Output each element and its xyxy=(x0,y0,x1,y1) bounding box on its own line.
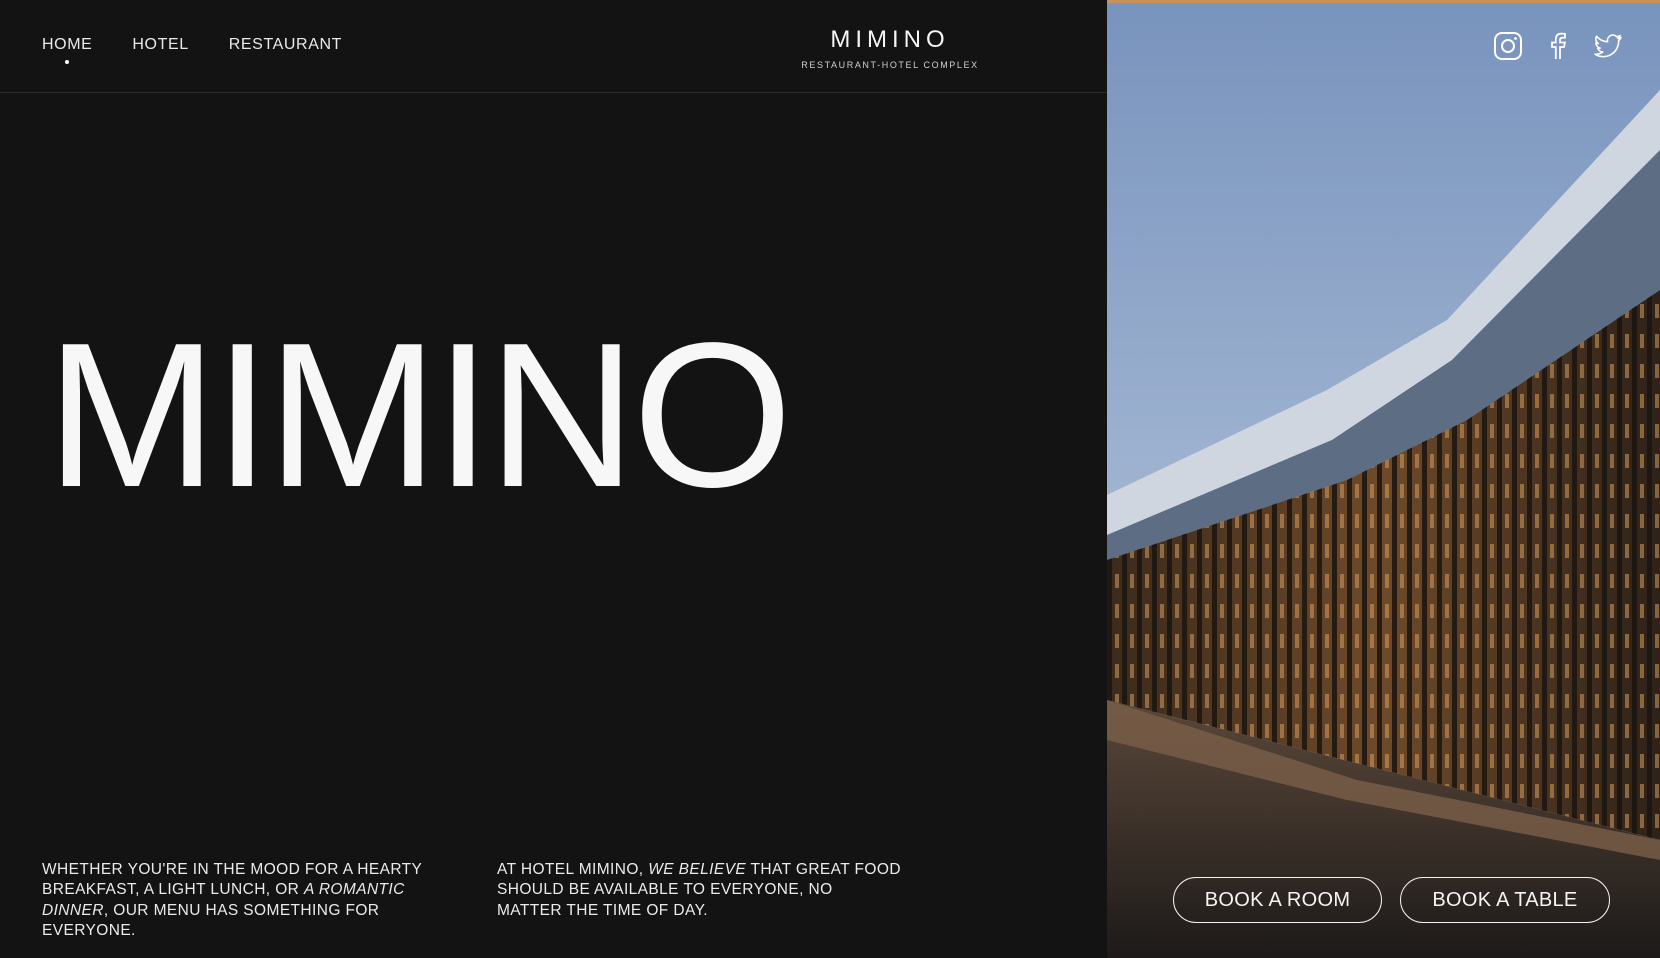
intro-right-emphasis: WE BELIEVE xyxy=(648,860,747,878)
brand-subtitle: RESTAURANT-HOTEL COMPLEX xyxy=(801,60,979,70)
hero-title: MIMINO xyxy=(46,300,793,530)
main-nav: HOME HOTEL RESTAURANT xyxy=(42,36,342,64)
intro-right-text: AT HOTEL MIMINO, xyxy=(497,860,649,878)
facebook-icon[interactable] xyxy=(1542,30,1574,62)
brand-name: MIMINO xyxy=(830,26,950,53)
nav-home-link[interactable]: HOME xyxy=(42,36,92,64)
book-table-button[interactable]: BOOK A TABLE xyxy=(1400,877,1610,923)
intro-copy-left: WHETHER YOU'RE IN THE MOOD FOR A HEARTY … xyxy=(42,860,452,942)
intro-copy-right: AT HOTEL MIMINO, WE BELIEVE THAT GREAT F… xyxy=(497,860,902,922)
instagram-icon[interactable] xyxy=(1492,30,1524,62)
brand-logo[interactable]: MIMINO RESTAURANT-HOTEL COMPLEX xyxy=(760,26,1020,70)
nav-restaurant-link[interactable]: RESTAURANT xyxy=(229,36,342,54)
hotel-facade-photo xyxy=(1107,0,1660,958)
nav-hotel-link[interactable]: HOTEL xyxy=(132,36,188,54)
top-bar: HOME HOTEL RESTAURANT MIMINO RESTAURANT-… xyxy=(0,0,1107,93)
social-links xyxy=(1492,30,1660,62)
book-room-button[interactable]: BOOK A ROOM xyxy=(1173,877,1382,923)
twitter-icon[interactable] xyxy=(1592,30,1624,62)
left-panel: HOME HOTEL RESTAURANT MIMINO RESTAURANT-… xyxy=(0,0,1107,958)
